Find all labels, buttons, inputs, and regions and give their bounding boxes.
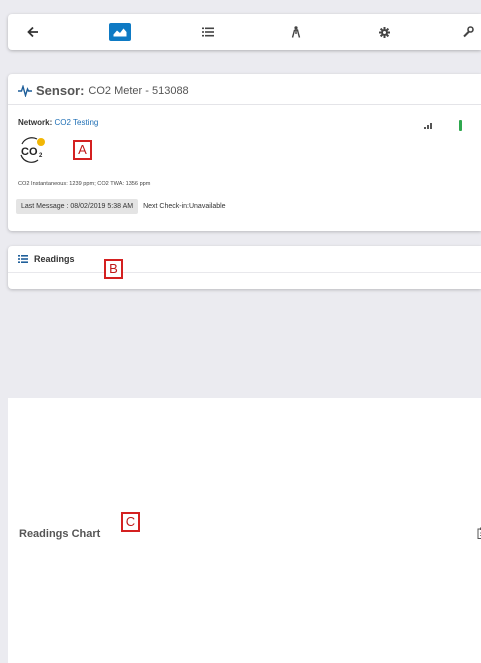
chart-title: Readings Chart	[19, 528, 101, 540]
measurement-text: CO2 Instantaneous: 1239 ppm; CO2 TWA: 13…	[18, 181, 151, 187]
next-checkin: Next Check-in:Unavailable	[143, 203, 226, 210]
network-link[interactable]: CO2 Testing	[54, 118, 98, 127]
tools-tab[interactable]	[448, 14, 481, 50]
readings-card[interactable]: Readings	[8, 246, 481, 289]
back-arrow-icon	[27, 26, 38, 38]
readings-divider	[8, 272, 481, 273]
walker-tab[interactable]	[276, 14, 316, 50]
svg-text:2: 2	[39, 153, 43, 159]
list-icon	[18, 255, 28, 263]
settings-tab[interactable]	[364, 14, 404, 50]
back-button[interactable]	[13, 14, 53, 50]
readings-header: Readings	[18, 254, 75, 264]
top-toolbar	[8, 14, 481, 50]
annotation-marker-c: C	[121, 512, 140, 532]
battery-icon	[459, 120, 462, 131]
svg-text:CO: CO	[21, 146, 38, 158]
sensor-name: CO2 Meter - 513088	[88, 84, 189, 97]
annotation-marker-b: B	[104, 259, 123, 279]
list-tab[interactable]	[188, 14, 228, 50]
chart-icon	[109, 23, 131, 41]
sensor-header: Sensor: CO2 Meter - 513088	[18, 83, 189, 98]
message-row: Last Message : 08/02/2019 5:38 AM Next C…	[16, 199, 226, 214]
wrench-icon	[463, 26, 474, 38]
readings-title: Readings	[34, 254, 75, 264]
card-divider	[8, 104, 481, 105]
clipboard-icon[interactable]	[477, 527, 481, 539]
gear-icon	[378, 26, 390, 38]
readings-chart-panel: Readings Chart	[8, 398, 481, 663]
list-icon	[202, 27, 214, 37]
network-label: Network:	[18, 118, 53, 127]
activity-icon	[18, 84, 32, 97]
co2-icon: CO 2	[20, 137, 45, 163]
network-row: Network: CO2 Testing	[18, 118, 98, 127]
sensor-label: Sensor:	[36, 83, 85, 98]
signal-icon	[424, 123, 432, 129]
last-message-badge: Last Message : 08/02/2019 5:38 AM	[16, 199, 139, 214]
walker-icon	[291, 26, 301, 38]
annotation-marker-a: A	[73, 140, 92, 160]
chart-tab[interactable]	[100, 14, 140, 50]
